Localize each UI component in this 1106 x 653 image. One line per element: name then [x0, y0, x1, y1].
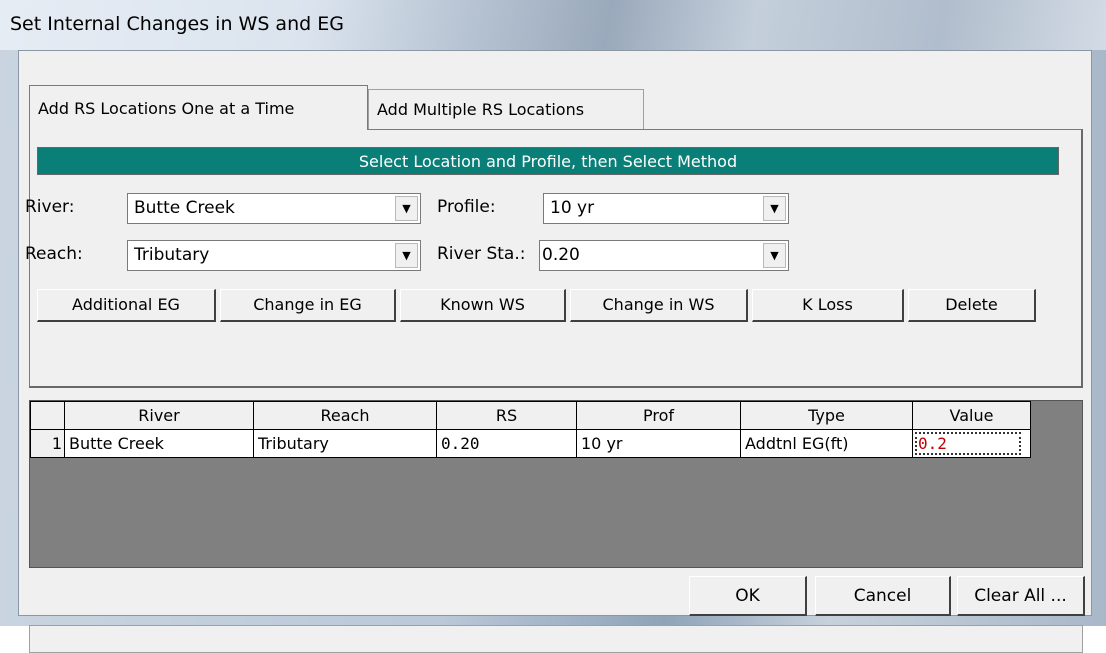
delete-button[interactable]: Delete: [908, 289, 1036, 322]
value-edit-field[interactable]: 0.2: [915, 432, 1021, 455]
table-header-row: River Reach RS Prof Type Value: [30, 401, 1031, 430]
tab-label: Add RS Locations One at a Time: [38, 99, 295, 118]
table-row[interactable]: 1 Butte Creek Tributary 0.20 10 yr Addtn…: [30, 429, 1031, 458]
river-label: River:: [25, 197, 75, 217]
known-ws-button[interactable]: Known WS: [400, 289, 566, 322]
status-bar: [29, 625, 1083, 653]
changes-table: River Reach RS Prof Type Value 1 Butte C…: [30, 401, 1031, 458]
tab-label: Add Multiple RS Locations: [377, 100, 585, 119]
river-sta-label: River Sta.:: [437, 244, 526, 264]
cancel-button[interactable]: Cancel: [815, 576, 951, 616]
dialog-window: Set Internal Changes in WS and EG Add RS…: [0, 0, 1106, 653]
instruction-header: Select Location and Profile, then Select…: [37, 147, 1059, 175]
reach-value: Tributary: [134, 245, 210, 265]
river-sta-select[interactable]: 0.20 ▼: [539, 240, 789, 271]
river-sta-value: 0.20: [542, 245, 580, 265]
cell-prof[interactable]: 10 yr: [576, 429, 741, 458]
dialog-client-area: Add RS Locations One at a Time Add Multi…: [18, 50, 1092, 653]
window-title: Set Internal Changes in WS and EG: [10, 13, 344, 35]
profile-value: 10 yr: [550, 198, 595, 218]
river-select[interactable]: Butte Creek ▼: [127, 193, 421, 224]
changes-grid[interactable]: River Reach RS Prof Type Value 1 Butte C…: [29, 400, 1083, 568]
column-header-type[interactable]: Type: [740, 401, 913, 430]
cell-reach[interactable]: Tributary: [253, 429, 437, 458]
corner-cell[interactable]: [30, 401, 65, 430]
river-value: Butte Creek: [134, 198, 235, 218]
chevron-down-icon[interactable]: ▼: [763, 196, 786, 221]
cell-river[interactable]: Butte Creek: [64, 429, 254, 458]
column-header-reach[interactable]: Reach: [253, 401, 437, 430]
column-header-rs[interactable]: RS: [436, 401, 577, 430]
column-header-prof[interactable]: Prof: [576, 401, 741, 430]
clear-all-button[interactable]: Clear All ...: [957, 576, 1085, 616]
chevron-down-icon[interactable]: ▼: [395, 196, 418, 221]
column-header-value[interactable]: Value: [912, 401, 1031, 430]
cell-type[interactable]: Addtnl EG(ft): [740, 429, 913, 458]
profile-select[interactable]: 10 yr ▼: [543, 193, 789, 224]
cell-value[interactable]: 0.2: [912, 429, 1031, 458]
change-in-eg-button[interactable]: Change in EG: [220, 289, 396, 322]
ok-button[interactable]: OK: [689, 576, 807, 616]
title-bar[interactable]: Set Internal Changes in WS and EG: [0, 0, 1106, 50]
cell-rs[interactable]: 0.20: [436, 429, 577, 458]
chevron-down-icon[interactable]: ▼: [395, 243, 418, 268]
reach-label: Reach:: [25, 244, 83, 264]
tab-one-at-a-time[interactable]: Add RS Locations One at a Time: [29, 85, 368, 130]
reach-select[interactable]: Tributary ▼: [127, 240, 421, 271]
additional-eg-button[interactable]: Additional EG: [37, 289, 216, 322]
column-header-river[interactable]: River: [64, 401, 254, 430]
tab-multiple-locations[interactable]: Add Multiple RS Locations: [368, 89, 644, 129]
chevron-down-icon[interactable]: ▼: [763, 243, 786, 268]
change-in-ws-button[interactable]: Change in WS: [570, 289, 748, 322]
k-loss-button[interactable]: K Loss: [752, 289, 904, 322]
row-number[interactable]: 1: [30, 429, 65, 458]
profile-label: Profile:: [437, 197, 496, 217]
